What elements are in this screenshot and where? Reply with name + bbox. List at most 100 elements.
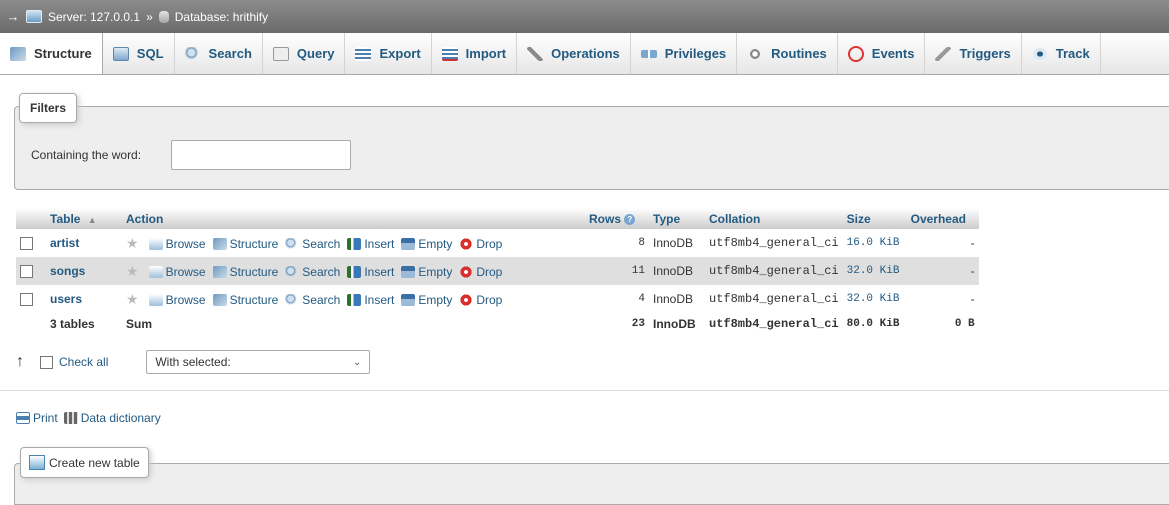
favorite-star-icon[interactable]: ★ [126,291,139,307]
search-action-label[interactable]: Search [302,237,340,251]
check-all-label[interactable]: Check all [59,355,108,369]
row-size[interactable]: 16.0 KiB [842,229,907,257]
browse-action[interactable]: Browse [148,237,206,251]
create-table-label[interactable]: Create new table [49,456,140,470]
row-checkbox[interactable] [20,265,33,279]
header-table-label[interactable]: Table [50,212,80,226]
summary-label: Sum [126,317,153,331]
tab-label: Search [208,46,252,61]
tables-list: Table ▲ Action Rows ? Type Collation Siz… [16,208,979,335]
summary-empty-cell [16,313,46,335]
tab-events[interactable]: Events [838,33,926,74]
tab-search[interactable]: Search [175,33,263,74]
tab-privileges[interactable]: Privileges [631,33,738,74]
with-selected-select[interactable]: With selected: ⌄ [146,350,371,374]
drop-action-label[interactable]: Drop [476,293,502,307]
table-name-link[interactable]: songs [46,257,122,285]
header-rows: Rows ? [585,208,649,229]
browse-icon [148,293,163,306]
browse-action-label[interactable]: Browse [166,237,206,251]
header-action: Action [122,208,585,229]
row-overhead: - [906,285,979,313]
tab-sql[interactable]: SQL [103,33,175,74]
structure-action-label[interactable]: Structure [230,293,279,307]
tab-routines[interactable]: Routines [737,33,838,74]
search-action-label[interactable]: Search [302,293,340,307]
empty-action-label[interactable]: Empty [418,237,452,251]
structure-action[interactable]: Structure [212,237,279,251]
empty-action-label[interactable]: Empty [418,265,452,279]
help-icon[interactable]: ? [624,213,636,225]
structure-action[interactable]: Structure [212,265,279,279]
browse-action[interactable]: Browse [148,265,206,279]
insert-action[interactable]: Insert [347,293,394,307]
drop-action[interactable]: Drop [459,265,502,279]
database-label[interactable]: Database: hrithify [175,10,268,24]
table-name-link[interactable]: artist [46,229,122,257]
filters-legend: Filters [19,93,78,123]
row-checkbox[interactable] [20,237,33,251]
browse-action[interactable]: Browse [148,293,206,307]
insert-action[interactable]: Insert [347,265,394,279]
breadcrumb-database[interactable]: Database: hrithify [158,10,268,24]
tab-query[interactable]: Query [263,33,346,74]
database-tabs: Structure SQL Search Query Export Import… [0,33,1169,75]
print-link[interactable]: Print [33,411,58,425]
browse-action-label[interactable]: Browse [166,293,206,307]
structure-action[interactable]: Structure [212,293,279,307]
favorite-star-icon[interactable]: ★ [126,235,139,251]
structure-action-label[interactable]: Structure [230,265,279,279]
structure-action-label[interactable]: Structure [230,237,279,251]
drop-action[interactable]: Drop [459,237,502,251]
containing-word-input[interactable] [171,140,351,170]
tab-label: Query [296,46,335,61]
drop-action-label[interactable]: Drop [476,265,502,279]
create-table-legend[interactable]: Create new table [20,447,149,478]
header-size[interactable]: Size [842,208,907,229]
check-all-checkbox[interactable] [40,355,53,369]
summary-type: InnoDB [653,317,696,331]
browse-action-label[interactable]: Browse [166,265,206,279]
drop-action-label[interactable]: Drop [476,237,502,251]
drop-action[interactable]: Drop [459,293,502,307]
search-action[interactable]: Search [285,237,340,251]
insert-action[interactable]: Insert [347,237,394,251]
row-checkbox[interactable] [20,293,33,307]
header-type: Type [649,208,705,229]
insert-action-label[interactable]: Insert [364,237,394,251]
tab-structure[interactable]: Structure [0,33,103,74]
empty-action-label[interactable]: Empty [418,293,452,307]
tab-label: Events [871,46,915,61]
insert-action-label[interactable]: Insert [364,265,394,279]
search-action[interactable]: Search [285,265,340,279]
header-overhead: Overhead [906,208,979,229]
row-size[interactable]: 32.0 KiB [842,257,907,285]
favorite-star-icon[interactable]: ★ [126,263,139,279]
row-count: 4 [585,285,649,313]
tab-label: Export [379,46,421,61]
search-action-label[interactable]: Search [302,265,340,279]
tab-import[interactable]: Import [432,33,518,74]
empty-action[interactable]: Empty [401,265,452,279]
arrow-icon[interactable]: → [0,9,26,24]
tab-export[interactable]: Export [345,33,432,74]
search-action[interactable]: Search [285,293,340,307]
header-table[interactable]: Table ▲ [46,208,122,229]
tab-operations[interactable]: Operations [517,33,631,74]
insert-action-label[interactable]: Insert [364,293,394,307]
wrench-icon [527,46,544,61]
row-count: 11 [585,257,649,285]
breadcrumb-server[interactable]: Server: 127.0.0.1 [26,10,140,24]
data-dictionary-link[interactable]: Data dictionary [81,411,161,425]
header-collation[interactable]: Collation [705,208,843,229]
summary-collation: utf8mb4_general_ci [709,317,839,331]
tab-track[interactable]: Track [1022,33,1101,74]
empty-action[interactable]: Empty [401,237,452,251]
table-name-link[interactable]: users [46,285,122,313]
tab-triggers[interactable]: Triggers [925,33,1022,74]
row-count: 8 [585,229,649,257]
sort-asc-icon[interactable]: ▲ [88,215,97,225]
server-label[interactable]: Server: 127.0.0.1 [48,10,140,24]
row-size[interactable]: 32.0 KiB [842,285,907,313]
empty-action[interactable]: Empty [401,293,452,307]
